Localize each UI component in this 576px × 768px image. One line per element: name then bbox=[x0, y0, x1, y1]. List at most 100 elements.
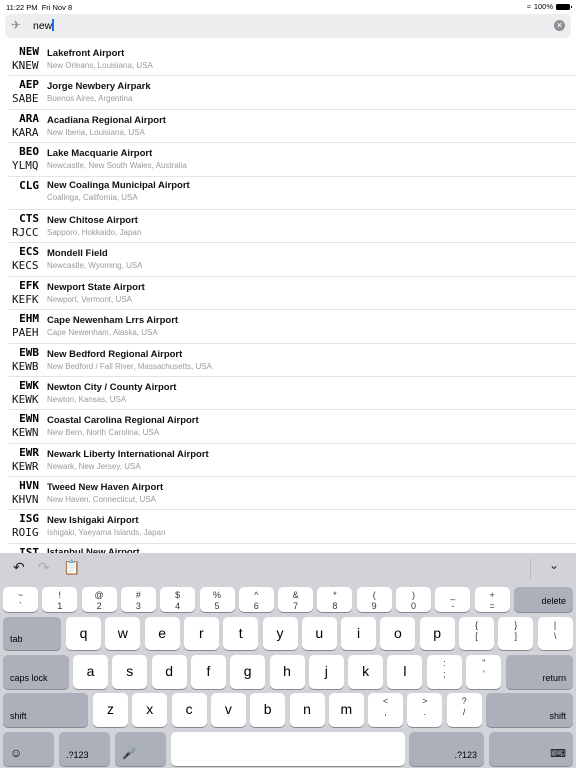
key[interactable]: r bbox=[183, 617, 219, 650]
emoji-key[interactable]: ☺ bbox=[3, 732, 54, 766]
space-key[interactable] bbox=[171, 732, 405, 766]
key[interactable]: v bbox=[210, 693, 246, 727]
airport-row[interactable]: CLG New Coalinga Municipal Airport Coali… bbox=[9, 177, 576, 210]
key[interactable]: <, bbox=[368, 693, 403, 727]
key[interactable]: * 8 bbox=[317, 587, 353, 612]
key[interactable]: h bbox=[269, 655, 305, 689]
toolbar-divider bbox=[530, 559, 531, 579]
key-label: 2 bbox=[96, 601, 102, 611]
iata-code: ECS bbox=[19, 245, 39, 259]
key[interactable]: z bbox=[93, 693, 128, 727]
key-label: j bbox=[324, 663, 328, 679]
key[interactable]: >. bbox=[407, 693, 443, 727]
key[interactable]: j bbox=[308, 655, 344, 689]
key[interactable]: a bbox=[73, 655, 108, 689]
airport-row[interactable]: EWR KEWR Newark Liberty International Ai… bbox=[9, 444, 576, 478]
key-label: s bbox=[126, 663, 134, 679]
airport-row[interactable]: EWB KEWB New Bedford Regional Airport Ne… bbox=[9, 344, 576, 377]
key[interactable]: | \ bbox=[537, 617, 573, 650]
key[interactable]: " ' bbox=[466, 655, 502, 689]
key[interactable]: $4 bbox=[160, 587, 196, 612]
key[interactable]: f bbox=[190, 655, 226, 689]
airport-row[interactable]: HVN KHVN Tweed New Haven Airport New Hav… bbox=[9, 477, 576, 511]
airport-row[interactable]: ECS KECS Mondell Field Newcastle, Wyomin… bbox=[9, 243, 576, 277]
key[interactable]: c bbox=[171, 693, 207, 727]
airport-row[interactable]: EWN KEWN Coastal Carolina Regional Airpo… bbox=[9, 410, 576, 444]
key[interactable]: m bbox=[328, 693, 364, 727]
key-shift-label: " bbox=[482, 658, 486, 668]
key[interactable]: o bbox=[380, 617, 416, 650]
undo-icon[interactable]: ↶ bbox=[13, 559, 25, 576]
airport-row[interactable]: ISG ROIG New Ishigaki Airport Ishigaki, … bbox=[9, 510, 576, 544]
search-input[interactable]: new bbox=[33, 19, 54, 32]
key[interactable]: _ - bbox=[435, 587, 471, 612]
key-label: o bbox=[393, 625, 402, 641]
key[interactable]: % 5 bbox=[199, 587, 235, 612]
key[interactable]: w bbox=[105, 617, 141, 650]
icao-code: KNEW bbox=[12, 59, 39, 72]
key-label: 3 bbox=[135, 601, 141, 611]
airport-row[interactable]: IST Istanbul New Airport bbox=[9, 544, 576, 553]
key[interactable]: :; bbox=[427, 655, 462, 689]
key[interactable]: k bbox=[348, 655, 384, 689]
key-label: - bbox=[451, 601, 455, 611]
tab-key[interactable]: tab bbox=[3, 617, 61, 650]
numbers-left-key[interactable]: .?123 bbox=[59, 732, 110, 766]
key[interactable]: b bbox=[250, 693, 286, 727]
airport-row[interactable]: EFK KEFK Newport State Airport Newport, … bbox=[9, 277, 576, 311]
key[interactable]: #3 bbox=[120, 587, 156, 612]
key-label: shift bbox=[10, 711, 27, 721]
key-shift-label: < bbox=[382, 696, 389, 706]
shift-right-key[interactable]: shift bbox=[486, 693, 573, 727]
key[interactable]: }] bbox=[498, 617, 534, 650]
airport-location: New Haven, Connecticut, USA bbox=[47, 495, 156, 505]
key[interactable]: ^ 6 bbox=[238, 587, 274, 612]
airport-row[interactable]: NEW KNEW Lakefront Airport New Orleans, … bbox=[9, 43, 576, 77]
airport-row[interactable]: ARA KARA Acadiana Regional Airport New I… bbox=[9, 110, 576, 144]
key[interactable]: + = bbox=[474, 587, 510, 612]
key[interactable]: y bbox=[262, 617, 298, 650]
key-label: ; bbox=[443, 669, 446, 679]
shift-left-key[interactable]: shift bbox=[3, 693, 88, 727]
key[interactable]: n bbox=[289, 693, 325, 727]
paste-icon[interactable]: 📋 bbox=[63, 559, 80, 576]
key[interactable]: s bbox=[112, 655, 148, 689]
key[interactable]: e bbox=[144, 617, 180, 650]
key[interactable]: ? / bbox=[446, 693, 482, 727]
key[interactable]: u bbox=[301, 617, 337, 650]
return-key[interactable]: return bbox=[506, 655, 573, 689]
key[interactable]: q bbox=[66, 617, 101, 650]
key[interactable]: t bbox=[223, 617, 259, 650]
airport-row[interactable]: EHM PAEH Cape Newenham Lrrs Airport Cape… bbox=[9, 310, 576, 344]
key[interactable]: ) 0 bbox=[396, 587, 431, 612]
key[interactable]: @2 bbox=[81, 587, 117, 612]
key[interactable]: p bbox=[419, 617, 455, 650]
key[interactable]: ! 1 bbox=[42, 587, 78, 612]
caps-lock-key[interactable]: caps lock bbox=[3, 655, 69, 689]
key[interactable]: {[ bbox=[459, 617, 494, 650]
key[interactable]: x bbox=[132, 693, 168, 727]
key-label: caps lock bbox=[10, 673, 48, 683]
hide-keyboard-key[interactable]: ⌨ bbox=[489, 732, 573, 766]
key[interactable]: i bbox=[341, 617, 377, 650]
search-field[interactable]: ✈ new ✕ bbox=[5, 14, 571, 38]
key[interactable]: & 7 bbox=[278, 587, 314, 612]
key-shift-label: @ bbox=[94, 590, 104, 600]
airport-row[interactable]: EWK KEWK Newton City / County Airport Ne… bbox=[9, 377, 576, 411]
clear-icon[interactable]: ✕ bbox=[554, 20, 565, 31]
key[interactable]: (9 bbox=[356, 587, 392, 612]
key[interactable]: g bbox=[230, 655, 266, 689]
numbers-right-key[interactable]: .?123 bbox=[409, 732, 484, 766]
dictation-key[interactable]: 🎤 bbox=[115, 732, 166, 766]
airport-row[interactable]: CTS RJCC New Chitose Airport Sapporo, Ho… bbox=[9, 210, 576, 244]
key[interactable]: ~ ` bbox=[3, 587, 38, 612]
icao-code: KARA bbox=[12, 125, 39, 139]
dismiss-chevron-down-icon[interactable]: ⌄ bbox=[549, 558, 559, 572]
airport-row[interactable]: BEO YLMQ Lake Macquarie Airport Newcastl… bbox=[9, 143, 576, 177]
airport-list[interactable]: NEW KNEW Lakefront Airport New Orleans, … bbox=[0, 43, 576, 553]
delete-key[interactable]: delete bbox=[514, 587, 573, 612]
key[interactable]: d bbox=[151, 655, 187, 689]
redo-icon[interactable]: ↷ bbox=[38, 559, 50, 576]
airport-row[interactable]: AEP SABE Jorge Newbery Airpark Buenos Ai… bbox=[9, 76, 576, 110]
key[interactable]: l bbox=[387, 655, 423, 689]
